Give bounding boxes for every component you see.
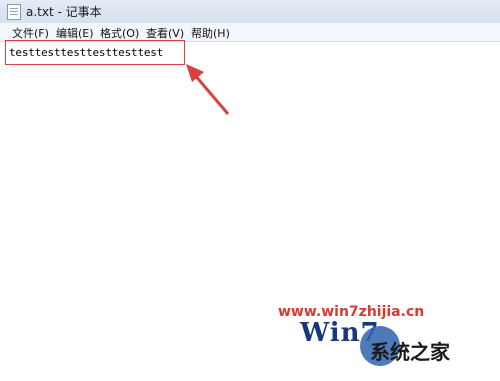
menu-file[interactable]: 文件(F) (12, 25, 49, 41)
menu-edit[interactable]: 编辑(E) (56, 25, 94, 41)
menu-view[interactable]: 查看(V) (146, 25, 184, 41)
annotation-highlight-box (5, 40, 185, 65)
menu-help[interactable]: 帮助(H) (191, 25, 230, 41)
annotation-arrow (186, 64, 230, 115)
logo-brand: 系统之家 (370, 340, 450, 364)
notepad-icon (7, 4, 21, 20)
title-bar: a.txt - 记事本 (0, 0, 500, 23)
window-title: a.txt - 记事本 (26, 5, 102, 19)
menu-format[interactable]: 格式(O) (100, 25, 139, 41)
watermark-logo: Win7 系统之家 (300, 318, 500, 381)
